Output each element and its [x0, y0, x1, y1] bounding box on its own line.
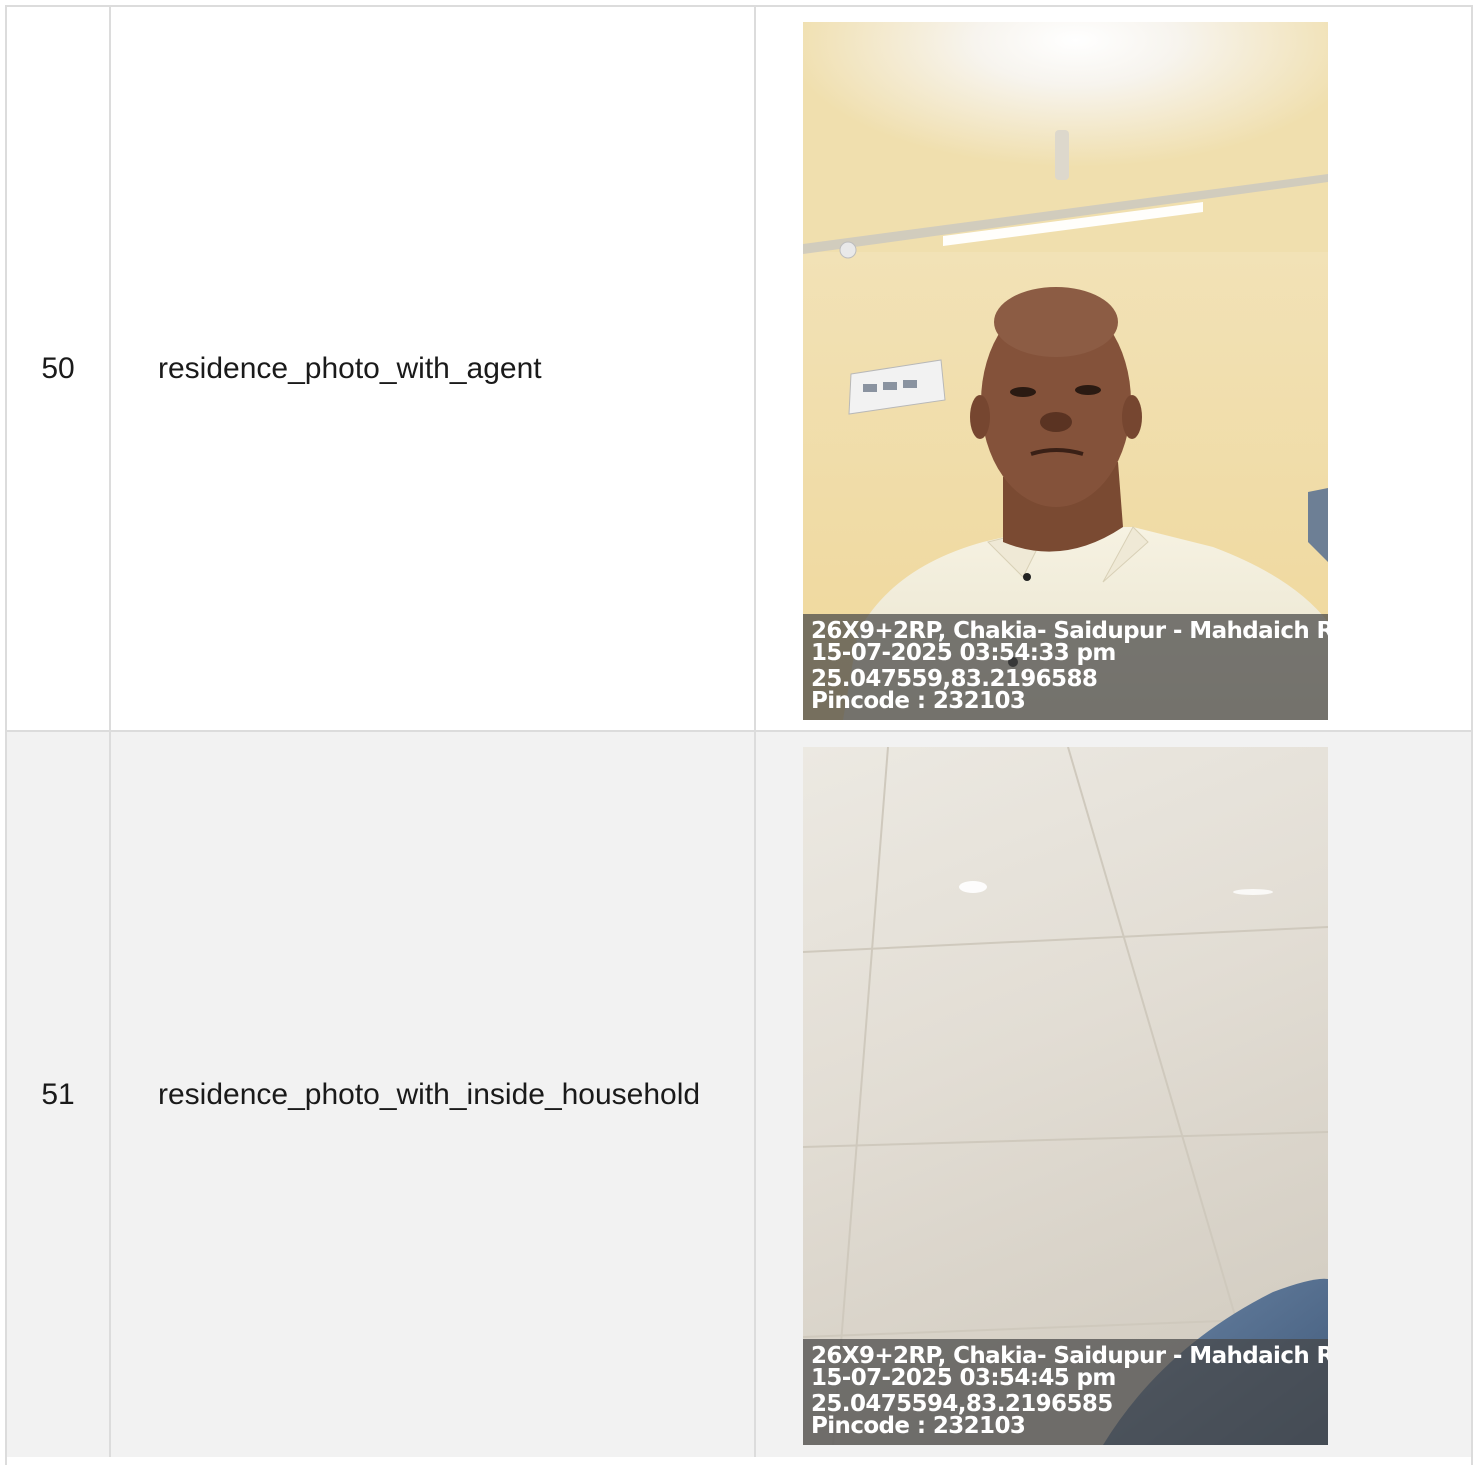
row-label-cell: residence_photo_with_inside_household	[111, 732, 756, 1457]
stamp-datetime: 15-07-2025 03:54:33 pm	[811, 640, 1116, 666]
stamp-datetime: 15-07-2025 03:54:45 pm	[811, 1365, 1116, 1391]
row-photo-cell: 26X9+2RP, Chakia- Saidupur - Mahdaich Rd…	[756, 7, 1471, 730]
agent-residence-photo[interactable]: 26X9+2RP, Chakia- Saidupur - Mahdaich Rd…	[803, 22, 1328, 720]
row-number-cell: 51	[7, 732, 111, 1457]
photo-table: 50 residence_photo_with_agent 26X9+2RP, …	[5, 5, 1473, 1465]
stamp-pincode: Pincode : 232103	[811, 1413, 1026, 1439]
household-inside-photo[interactable]: 26X9+2RP, Chakia- Saidupur - Mahdaich Rd…	[803, 747, 1328, 1445]
photo-geotag-stamp: 26X9+2RP, Chakia- Saidupur - Mahdaich Rd…	[803, 1339, 1328, 1445]
table-row: 51 residence_photo_with_inside_household	[7, 732, 1471, 1457]
row-number: 50	[41, 351, 75, 385]
table-row: 50 residence_photo_with_agent 26X9+2RP, …	[7, 7, 1471, 732]
row-number: 51	[41, 1077, 75, 1111]
row-photo-cell: 26X9+2RP, Chakia- Saidupur - Mahdaich Rd…	[756, 732, 1471, 1457]
stamp-address: 26X9+2RP, Chakia- Saidupur - Mahdaich Rd…	[811, 618, 1328, 644]
stamp-coordinates: 25.0475594,83.2196585	[811, 1391, 1113, 1417]
row-label-cell: residence_photo_with_agent	[111, 7, 756, 730]
photo-geotag-stamp: 26X9+2RP, Chakia- Saidupur - Mahdaich Rd…	[803, 614, 1328, 720]
stamp-pincode: Pincode : 232103	[811, 688, 1026, 714]
row-number-cell: 50	[7, 7, 111, 730]
stamp-address: 26X9+2RP, Chakia- Saidupur - Mahdaich Rd…	[811, 1343, 1328, 1369]
row-label: residence_photo_with_inside_household	[158, 1077, 701, 1111]
stamp-coordinates: 25.047559,83.2196588	[811, 666, 1098, 692]
row-label: residence_photo_with_agent	[158, 351, 542, 385]
